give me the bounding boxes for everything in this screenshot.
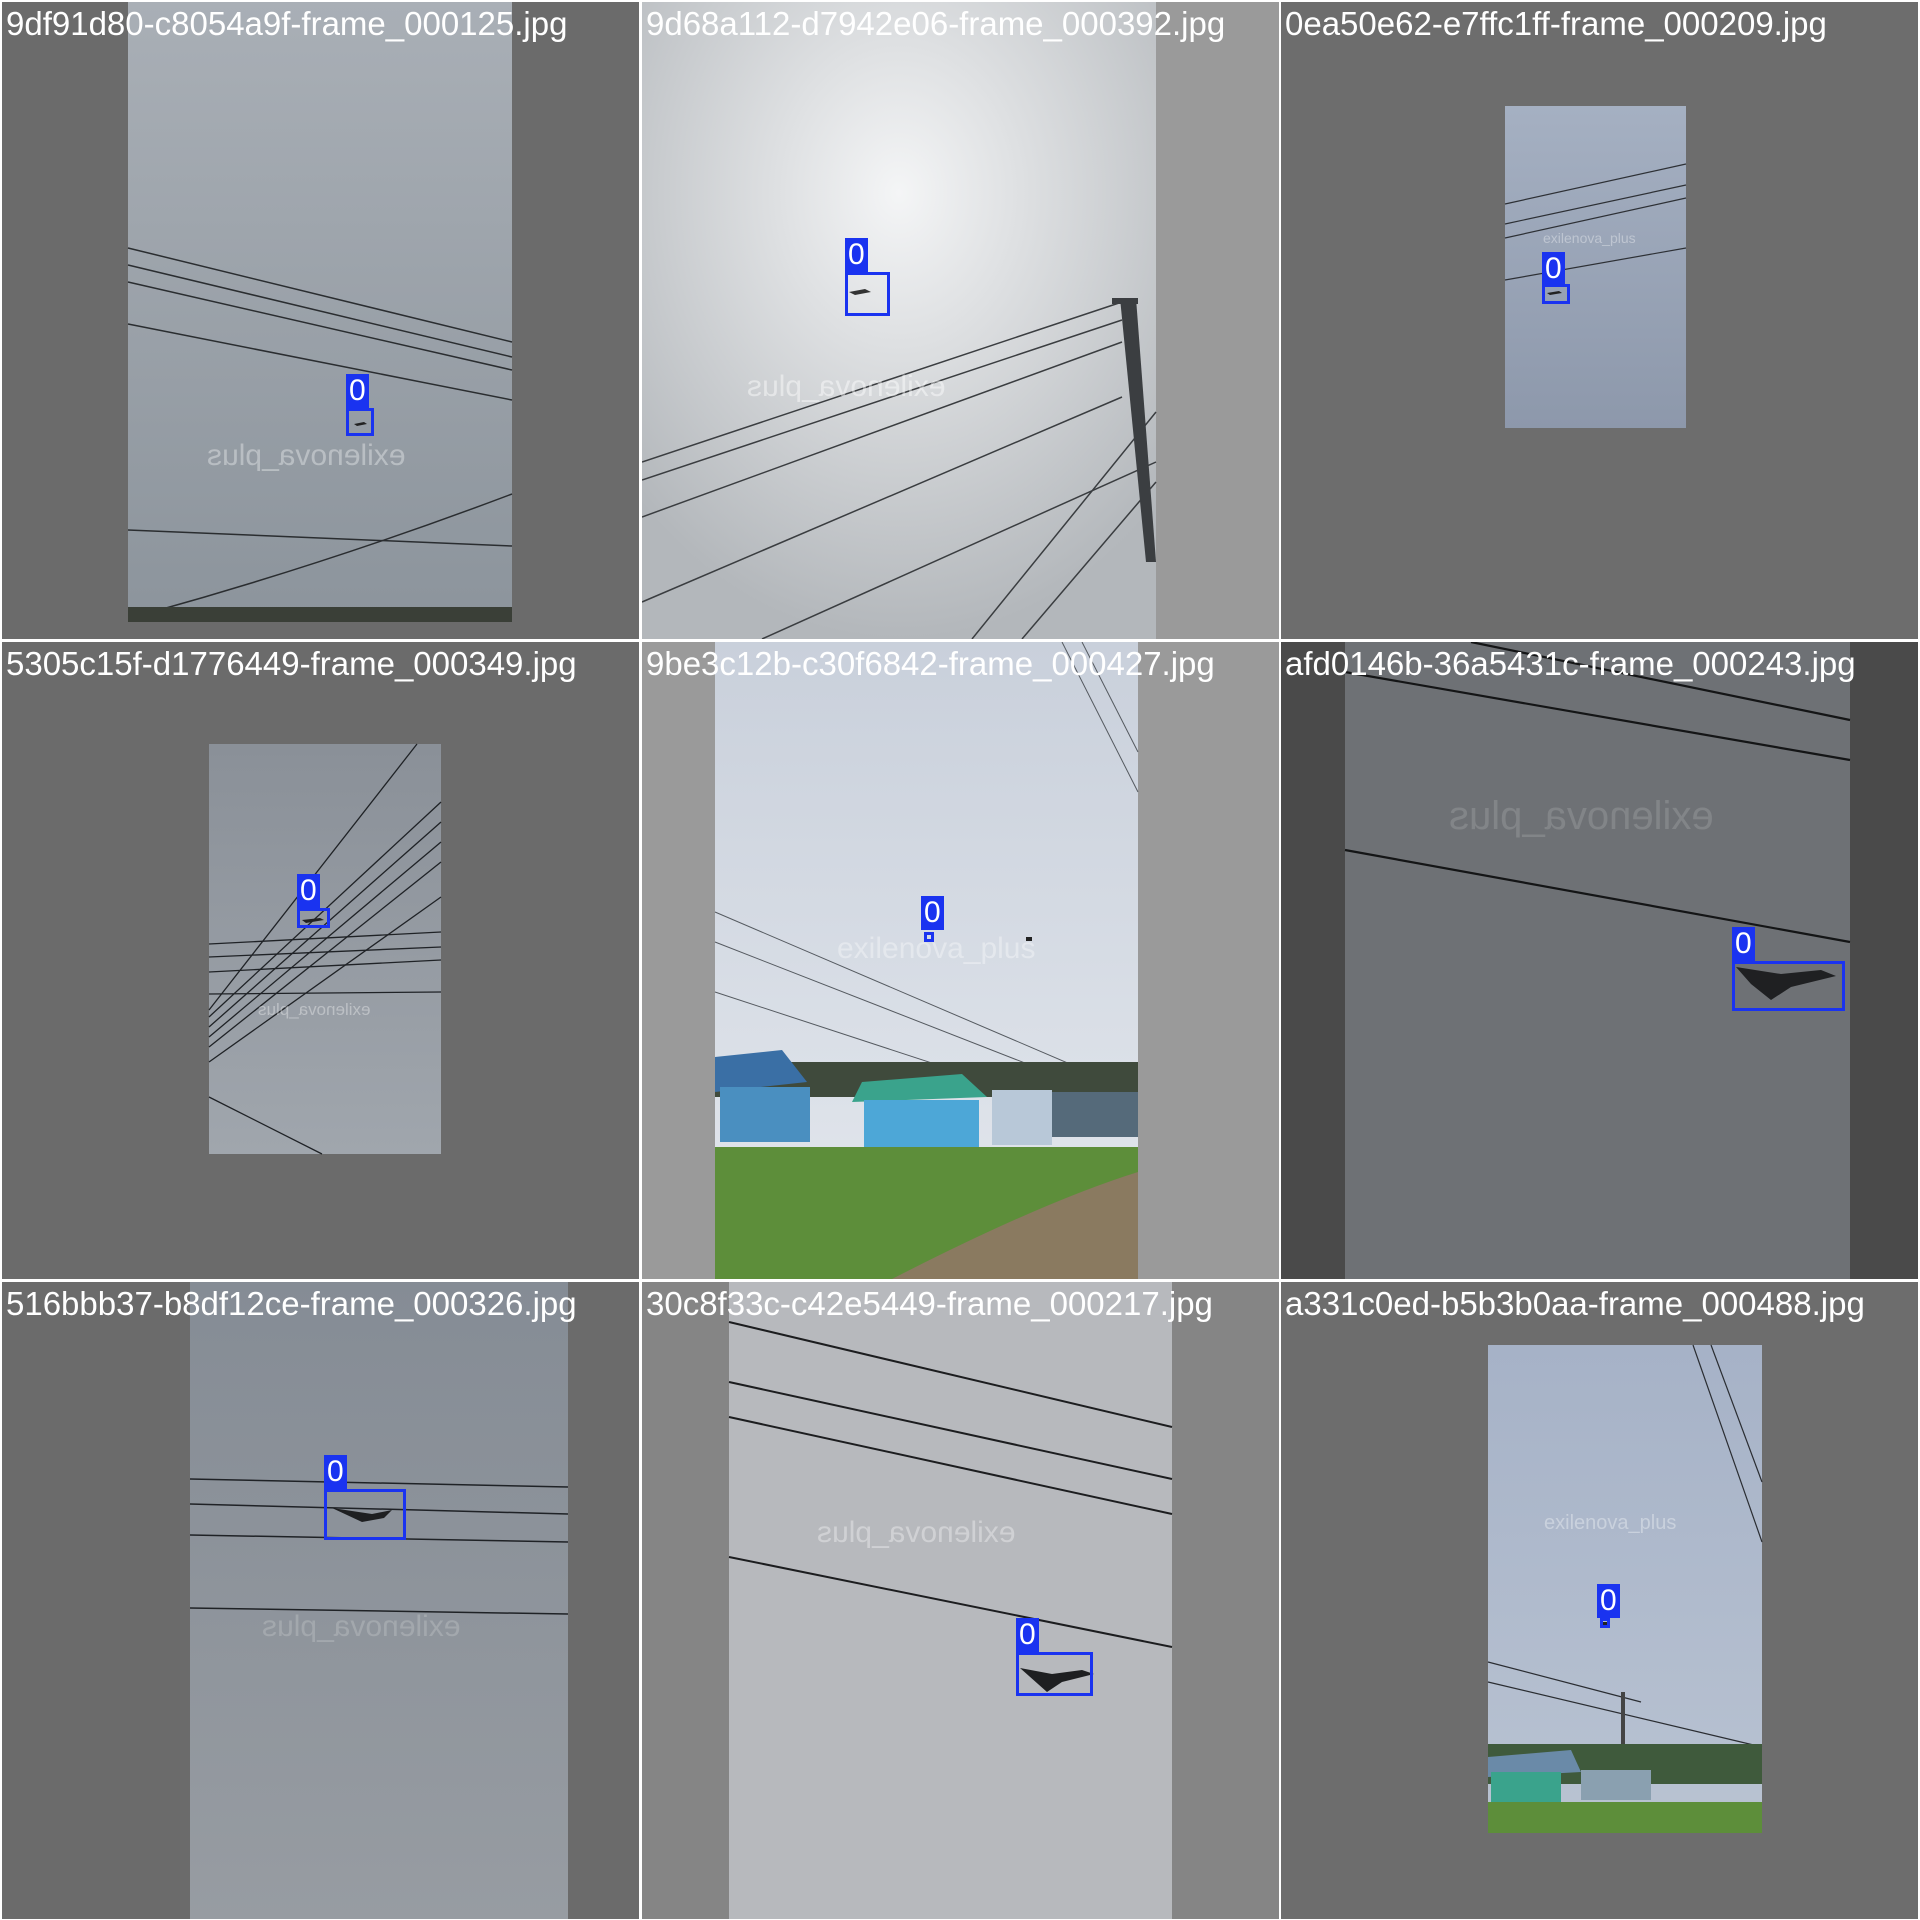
watermark: exilenova_plus — [258, 1000, 371, 1019]
class-label: 0 — [845, 238, 868, 272]
detection-box — [924, 932, 934, 942]
watermark: exilenova_plus — [1543, 230, 1636, 246]
photo — [208, 743, 442, 1155]
filename-label: 9df91d80-c8054a9f-frame_000125.jpg — [6, 5, 568, 42]
filename-label: 9be3c12b-c30f6842-frame_000427.jpg — [646, 645, 1215, 682]
detection-box — [346, 408, 374, 436]
photo — [189, 1282, 569, 1919]
filename-label: afd0146b-36a5431c-frame_000243.jpg — [1285, 645, 1856, 682]
image-tile-5[interactable]: exilenova_plus 0 9be3c12b-c30f6842-frame… — [642, 642, 1279, 1279]
class-label: 0 — [921, 896, 944, 930]
class-label: 0 — [346, 374, 369, 408]
mosaic-grid: exilenova_plus 0 9df91d80-c8054a9f-frame… — [0, 0, 1920, 1920]
image-tile-6[interactable]: exilenova_plus 0 afd0146b-36a5431c-frame… — [1281, 642, 1918, 1279]
watermark: exilenova_plus — [747, 370, 946, 403]
detection-box — [1732, 961, 1845, 1011]
photo — [1504, 106, 1687, 428]
detection-box — [1600, 1618, 1610, 1628]
detection-box — [324, 1489, 406, 1540]
detection-box — [1542, 284, 1570, 304]
watermark: exilenova_plus — [1544, 1512, 1677, 1534]
detection-box — [845, 272, 890, 316]
watermark: exilenova_plus — [817, 1516, 1016, 1549]
watermark: exilenova_plus — [262, 1610, 461, 1643]
detection-box — [297, 908, 330, 928]
class-label: 0 — [1732, 927, 1755, 961]
detection-box — [1016, 1652, 1093, 1696]
image-tile-2[interactable]: exilenova_plus 0 9d68a112-d7942e06-frame… — [642, 2, 1279, 639]
image-tile-8[interactable]: exilenova_plus 0 30c8f33c-c42e5449-frame… — [642, 1282, 1279, 1919]
filename-label: 9d68a112-d7942e06-frame_000392.jpg — [646, 5, 1226, 42]
class-label: 0 — [297, 874, 320, 908]
class-label: 0 — [324, 1455, 347, 1489]
filename-label: 0ea50e62-e7ffc1ff-frame_000209.jpg — [1285, 5, 1827, 42]
watermark: exilenova_plus — [207, 439, 406, 472]
filename-label: 5305c15f-d1776449-frame_000349.jpg — [6, 645, 577, 682]
image-tile-1[interactable]: exilenova_plus 0 9df91d80-c8054a9f-frame… — [2, 2, 639, 639]
class-label: 0 — [1542, 252, 1565, 286]
class-label: 0 — [1016, 1618, 1039, 1652]
class-label: 0 — [1597, 1584, 1620, 1618]
photo — [728, 1282, 1173, 1919]
filename-label: a331c0ed-b5b3b0aa-frame_000488.jpg — [1285, 1285, 1865, 1322]
filename-label: 30c8f33c-c42e5449-frame_000217.jpg — [646, 1285, 1213, 1322]
watermark: exilenova_plus — [837, 932, 1036, 965]
image-tile-9[interactable]: exilenova_plus 0 a331c0ed-b5b3b0aa-frame… — [1281, 1282, 1918, 1919]
photo — [127, 2, 513, 622]
image-tile-7[interactable]: exilenova_plus 0 516bbb37-b8df12ce-frame… — [2, 1282, 639, 1919]
photo — [642, 2, 1157, 639]
filename-label: 516bbb37-b8df12ce-frame_000326.jpg — [6, 1285, 577, 1322]
image-tile-3[interactable]: exilenova_plus 0 0ea50e62-e7ffc1ff-frame… — [1281, 2, 1918, 639]
image-tile-4[interactable]: exilenova_plus 0 5305c15f-d1776449-frame… — [2, 642, 639, 1279]
watermark: exilenova_plus — [1449, 794, 1714, 838]
